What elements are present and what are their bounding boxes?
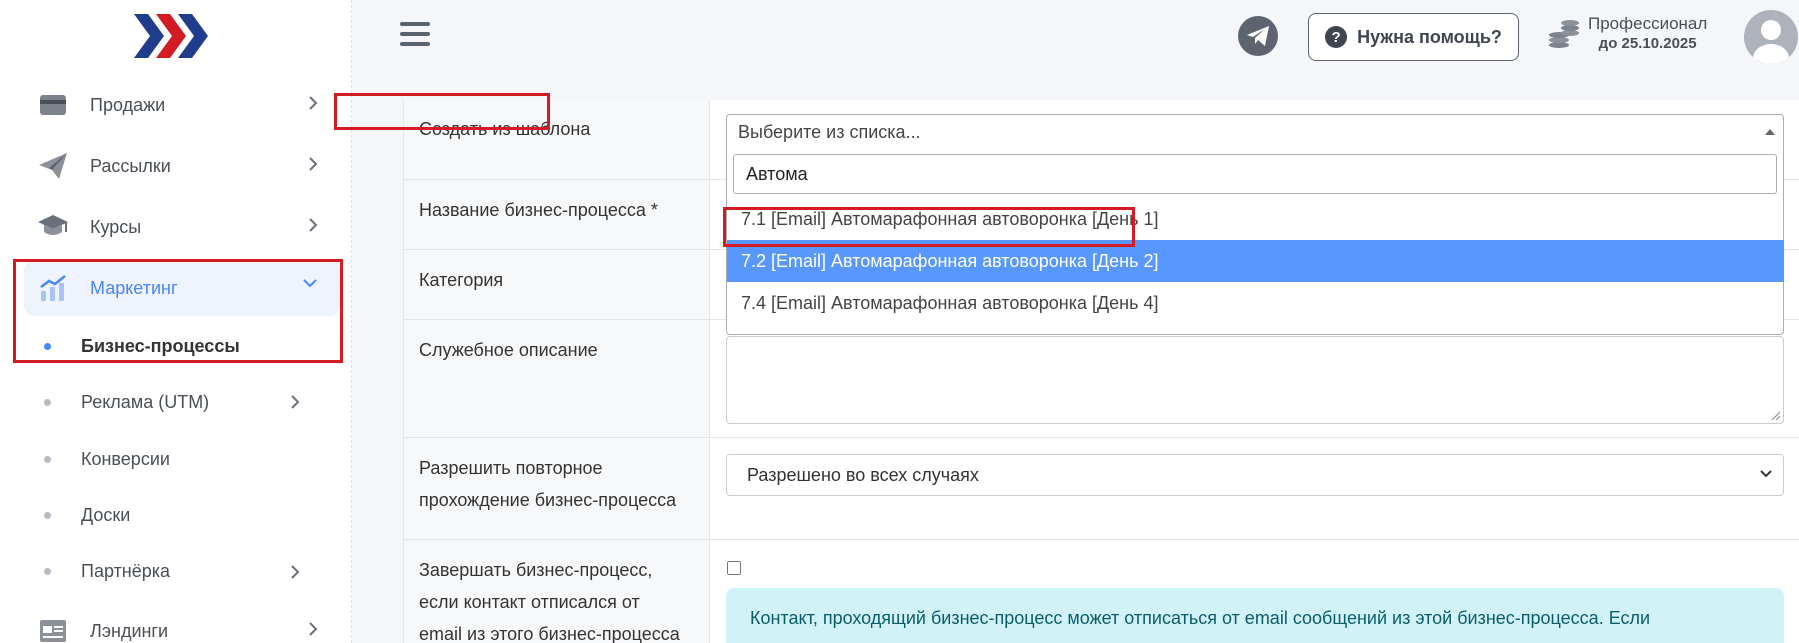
- sidebar: Продажи Рассылки Курсы Маркетинг Бизнес-…: [0, 0, 352, 643]
- highlight-template-label: [334, 93, 550, 130]
- chevron-down-icon: [1760, 470, 1772, 478]
- coins-icon: [1549, 20, 1579, 48]
- sidebar-item-courses[interactable]: Курсы: [24, 199, 340, 255]
- description-textarea[interactable]: [726, 336, 1784, 424]
- chevron-right-icon: [309, 218, 318, 232]
- help-button[interactable]: ? Нужна помощь?: [1308, 13, 1519, 61]
- chevron-right-icon: [309, 622, 318, 636]
- avatar[interactable]: [1744, 10, 1798, 64]
- question-icon: ?: [1325, 26, 1348, 48]
- description-label: Служебное описание: [419, 340, 598, 360]
- telegram-icon[interactable]: [1238, 16, 1278, 56]
- sidebar-item-mailings[interactable]: Рассылки: [24, 138, 340, 194]
- chevron-right-icon: [291, 565, 300, 579]
- finish-label-line2: если контакт отписался от: [419, 592, 640, 612]
- finish-label-line3: email из этого бизнес-процесса: [419, 624, 680, 643]
- logo[interactable]: [134, 14, 210, 58]
- card-icon: [38, 90, 68, 120]
- chevron-right-icon: [291, 395, 300, 409]
- resize-handle-icon[interactable]: [1770, 410, 1780, 420]
- alert-text: Контакт, проходящий бизнес-процесс может…: [750, 608, 1651, 628]
- repeat-select-value: Разрешено во всех случаях: [747, 465, 979, 485]
- chevron-right-icon: [309, 96, 318, 110]
- template-option-label: 7.2 [Email] Автомарафонная автоворонка […: [741, 251, 1159, 271]
- template-option[interactable]: 7.4 [Email] Автомарафонная автоворонка […: [727, 282, 1784, 324]
- repeat-label-line2: прохождение бизнес-процесса: [419, 490, 677, 510]
- chevron-right-icon: [309, 157, 318, 171]
- graduation-cap-icon: [38, 212, 68, 242]
- template-search-value: Автома: [746, 164, 808, 184]
- finish-on-unsubscribe-checkbox[interactable]: [727, 561, 741, 575]
- sidebar-subitem-utm[interactable]: Реклама (UTM): [44, 392, 209, 413]
- sidebar-item-sales[interactable]: Продажи: [24, 77, 340, 133]
- highlight-selected-option: [723, 207, 1135, 247]
- template-select-placeholder: Выберите из списка...: [738, 122, 921, 142]
- sidebar-item-label: Курсы: [90, 216, 142, 237]
- sidebar-subitem-partner[interactable]: Партнёрка: [44, 561, 170, 582]
- highlight-marketing: [13, 259, 343, 363]
- sidebar-item-label: Лэндинги: [90, 620, 169, 641]
- repeat-label-line1: Разрешить повторное: [419, 458, 603, 478]
- help-button-label: Нужна помощь?: [1357, 26, 1502, 47]
- sidebar-item-label: Рассылки: [90, 155, 171, 176]
- template-option-label: 7.4 [Email] Автомарафонная автоворонка […: [741, 293, 1159, 313]
- sidebar-subitem-label: Доски: [81, 505, 131, 525]
- sidebar-subitem-conversions[interactable]: Конверсии: [44, 449, 170, 470]
- sidebar-item-label: Продажи: [90, 94, 166, 115]
- plan-name: Профессионал: [1588, 14, 1708, 33]
- unsubscribe-info-alert: Контакт, проходящий бизнес-процесс может…: [726, 588, 1784, 643]
- sidebar-subitem-label: Конверсии: [81, 449, 170, 469]
- template-select[interactable]: Выберите из списка...: [726, 114, 1784, 150]
- paper-plane-icon: [38, 151, 68, 181]
- menu-toggle-icon[interactable]: [400, 22, 430, 48]
- plan-info[interactable]: Профессионал до 25.10.2025: [1548, 14, 1707, 54]
- template-search-input[interactable]: Автома: [733, 154, 1777, 194]
- caret-up-icon: [1765, 129, 1775, 135]
- sidebar-subitem-label: Реклама (UTM): [81, 392, 210, 412]
- landing-page-icon: [38, 616, 68, 643]
- business-process-form: Создать из шаблона Название бизнес-проце…: [334, 93, 1799, 643]
- sidebar-subitem-label: Партнёрка: [81, 561, 171, 581]
- name-label: Название бизнес-процесса *: [419, 200, 658, 220]
- sidebar-subitem-boards[interactable]: Доски: [44, 505, 130, 526]
- category-label: Категория: [419, 270, 504, 290]
- plan-until: до 25.10.2025: [1598, 35, 1697, 52]
- repeat-select[interactable]: Разрешено во всех случаях: [726, 454, 1784, 496]
- sidebar-item-landings[interactable]: Лэндинги: [24, 603, 340, 643]
- finish-label-line1: Завершать бизнес-процесс,: [419, 560, 653, 580]
